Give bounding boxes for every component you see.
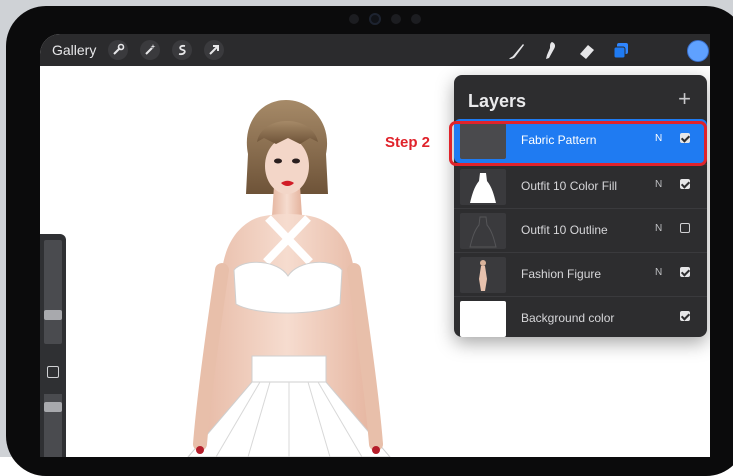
camera-lens-icon: [369, 13, 381, 25]
gallery-button[interactable]: Gallery: [52, 42, 96, 58]
step-highlight-box: [449, 121, 707, 166]
layer-thumbnail: [460, 257, 506, 293]
blend-mode-button[interactable]: N: [655, 267, 662, 278]
layer-row-fashion-figure[interactable]: Fashion Figure N: [454, 252, 707, 297]
layer-name: Fashion Figure: [521, 267, 602, 281]
camera-array: [330, 12, 440, 26]
layer-row-background-color[interactable]: Background color: [454, 296, 707, 341]
smudge-icon[interactable]: [540, 40, 562, 62]
modify-button[interactable]: [47, 366, 59, 378]
sensor-dot: [391, 14, 401, 24]
visibility-checkbox[interactable]: [680, 179, 690, 189]
fashion-figure-illustration: [187, 100, 391, 457]
blend-mode-button[interactable]: N: [655, 179, 662, 190]
sensor-dot: [411, 14, 421, 24]
layers-panel-title: Layers: [468, 91, 527, 111]
color-swatch[interactable]: [687, 40, 709, 62]
wrench-icon[interactable]: [108, 40, 128, 60]
brush-icon[interactable]: [506, 40, 528, 62]
transform-arrow-icon[interactable]: [204, 40, 224, 60]
ipad-device: Gallery Layers + Fabric Pattern N Outfit…: [0, 0, 733, 476]
visibility-checkbox[interactable]: [680, 267, 690, 277]
slider-thumb[interactable]: [44, 310, 62, 320]
selection-icon[interactable]: [172, 40, 192, 60]
left-sidebar: [40, 234, 66, 457]
layer-row-outfit-outline[interactable]: Outfit 10 Outline N: [454, 208, 707, 253]
layers-panel: Layers + Fabric Pattern N Outfit 10 Colo…: [454, 75, 707, 337]
layer-thumbnail: [460, 301, 506, 337]
magic-wand-icon[interactable]: [140, 40, 160, 60]
layer-thumbnail: [460, 169, 506, 205]
visibility-checkbox[interactable]: [680, 311, 690, 321]
sensor-dot: [349, 14, 359, 24]
step-label: Step 2: [385, 134, 431, 151]
visibility-checkbox[interactable]: [680, 223, 690, 233]
layers-icon[interactable]: [610, 40, 632, 62]
eraser-icon[interactable]: [576, 40, 598, 62]
add-layer-button[interactable]: +: [678, 86, 691, 112]
layer-name: Background color: [521, 311, 615, 325]
layer-name: Outfit 10 Color Fill: [521, 179, 618, 193]
brush-size-slider[interactable]: [44, 240, 62, 344]
opacity-slider[interactable]: [44, 394, 62, 457]
layer-name: Outfit 10 Outline: [521, 223, 608, 237]
slider-thumb[interactable]: [44, 402, 62, 412]
layer-thumbnail: [460, 213, 506, 249]
blend-mode-button[interactable]: N: [655, 223, 662, 234]
top-toolbar: Gallery: [40, 34, 710, 66]
app-screen: Gallery Layers + Fabric Pattern N Outfit…: [40, 34, 710, 457]
layer-row-outfit-color-fill[interactable]: Outfit 10 Color Fill N: [454, 164, 707, 209]
